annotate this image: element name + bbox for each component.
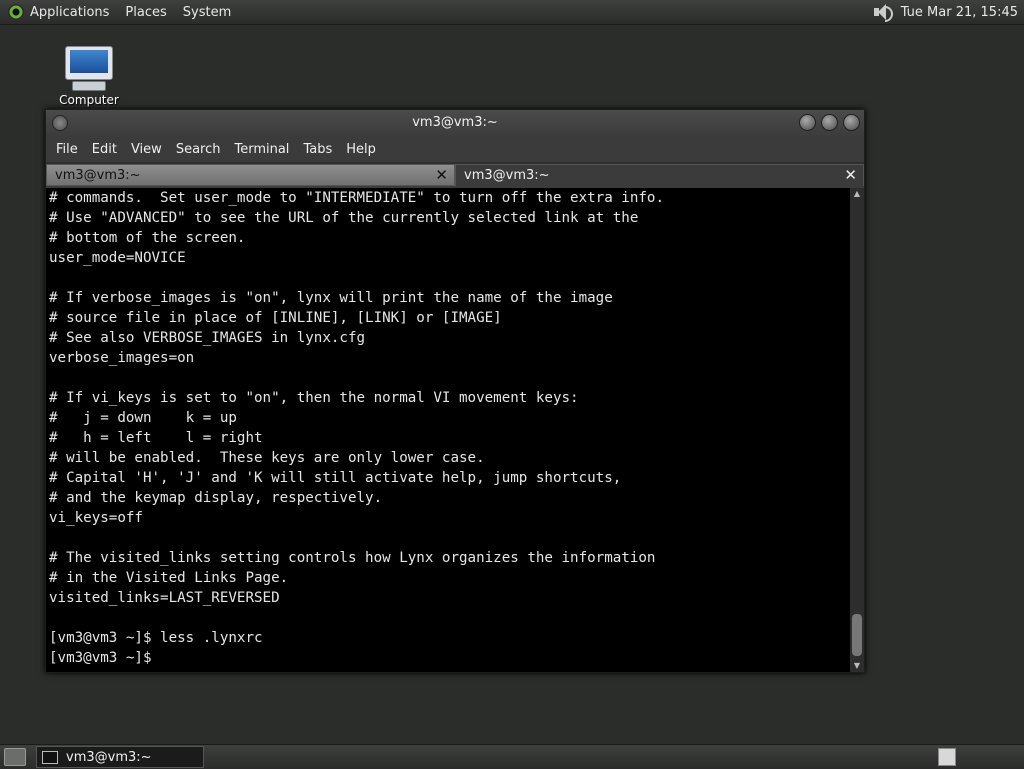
terminal-scrollbar[interactable]: ▲ ▼ — [850, 188, 864, 672]
terminal-line: # The visited_links setting controls how… — [49, 550, 656, 566]
window-titlebar[interactable]: vm3@vm3:~ — [46, 110, 864, 136]
terminal-line: # in the Visited Links Page. — [49, 570, 289, 586]
terminal-line: # will be enabled. These keys are only l… — [49, 450, 485, 466]
terminal-line: # bottom of the screen. — [49, 230, 246, 246]
terminal-line: visited_links=LAST_REVERSED — [49, 590, 280, 606]
terminal-line: # source file in place of [INLINE], [LIN… — [49, 310, 502, 326]
computer-icon — [65, 46, 113, 80]
menu-edit[interactable]: Edit — [92, 142, 117, 157]
menu-file[interactable]: File — [56, 142, 78, 157]
menu-terminal[interactable]: Terminal — [234, 142, 289, 157]
tab-label: vm3@vm3:~ — [55, 168, 141, 183]
terminal-line: user_mode=NOVICE — [49, 250, 186, 266]
terminal-line: # If verbose_images is "on", lynx will p… — [49, 290, 613, 306]
terminal-window: vm3@vm3:~ File Edit View Search Terminal… — [45, 109, 865, 673]
terminal-line: # See also VERBOSE_IMAGES in lynx.cfg — [49, 330, 366, 346]
terminal-output[interactable]: # commands. Set user_mode to "INTERMEDIA… — [46, 188, 850, 672]
terminal-line: # If vi_keys is set to "on", then the no… — [49, 390, 579, 406]
workspace-switcher[interactable] — [938, 748, 956, 766]
terminal-line: # Use "ADVANCED" to see the URL of the c… — [49, 210, 639, 226]
scroll-thumb[interactable] — [852, 614, 862, 656]
volume-icon[interactable] — [871, 2, 893, 22]
close-button[interactable] — [843, 114, 860, 131]
distro-logo-icon[interactable] — [8, 4, 24, 20]
applications-menu[interactable]: Applications — [30, 5, 109, 20]
terminal-line: verbose_images=on — [49, 350, 195, 366]
tab-close-icon[interactable]: ✕ — [435, 166, 448, 184]
bottom-panel: vm3@vm3:~ — [0, 744, 1024, 769]
window-title: vm3@vm3:~ — [412, 115, 498, 130]
system-menu[interactable]: System — [183, 5, 231, 20]
clock[interactable]: Tue Mar 21, 15:45 — [901, 5, 1018, 20]
top-panel: Applications Places System Tue Mar 21, 1… — [0, 0, 1024, 25]
scroll-down-icon[interactable]: ▼ — [850, 660, 864, 672]
tab-1[interactable]: vm3@vm3:~ ✕ — [46, 164, 455, 186]
terminal-line: # and the keymap display, respectively. — [49, 490, 383, 506]
terminal-line: # h = left l = right — [49, 430, 263, 446]
menu-search[interactable]: Search — [176, 142, 221, 157]
show-desktop-icon[interactable] — [4, 748, 26, 766]
top-panel-tray: Tue Mar 21, 15:45 — [871, 2, 1024, 22]
terminal-line: [vm3@vm3 ~]$ less .lynxrc — [49, 630, 263, 646]
taskbar-item-label: vm3@vm3:~ — [66, 749, 152, 765]
maximize-button[interactable] — [821, 114, 838, 131]
tab-close-icon[interactable]: ✕ — [844, 166, 857, 184]
desktop-icon-label: Computer — [59, 93, 119, 107]
terminal-icon — [42, 750, 58, 764]
menu-help[interactable]: Help — [346, 142, 376, 157]
terminal-line: [vm3@vm3 ~]$ — [49, 650, 152, 666]
tab-2[interactable]: vm3@vm3:~ ✕ — [455, 164, 864, 186]
terminal-text: # commands. Set user_mode to "INTERMEDIA… — [46, 188, 850, 668]
tab-bar: vm3@vm3:~ ✕ vm3@vm3:~ ✕ — [46, 162, 864, 186]
menu-view[interactable]: View — [131, 142, 162, 157]
terminal-line: # j = down k = up — [49, 410, 237, 426]
terminal-line: # commands. Set user_mode to "INTERMEDIA… — [49, 190, 664, 206]
menu-tabs[interactable]: Tabs — [303, 142, 332, 157]
terminal-line: # Capital 'H', 'J' and 'K will still act… — [49, 470, 622, 486]
window-menubar: File Edit View Search Terminal Tabs Help — [46, 136, 864, 162]
scroll-up-icon[interactable]: ▲ — [850, 188, 864, 200]
taskbar-item-terminal[interactable]: vm3@vm3:~ — [36, 746, 204, 768]
places-menu[interactable]: Places — [125, 5, 166, 20]
minimize-button[interactable] — [799, 114, 816, 131]
terminal-line: vi_keys=off — [49, 510, 143, 526]
desktop-icon-computer[interactable]: Computer — [52, 46, 126, 107]
tab-label: vm3@vm3:~ — [464, 168, 550, 183]
